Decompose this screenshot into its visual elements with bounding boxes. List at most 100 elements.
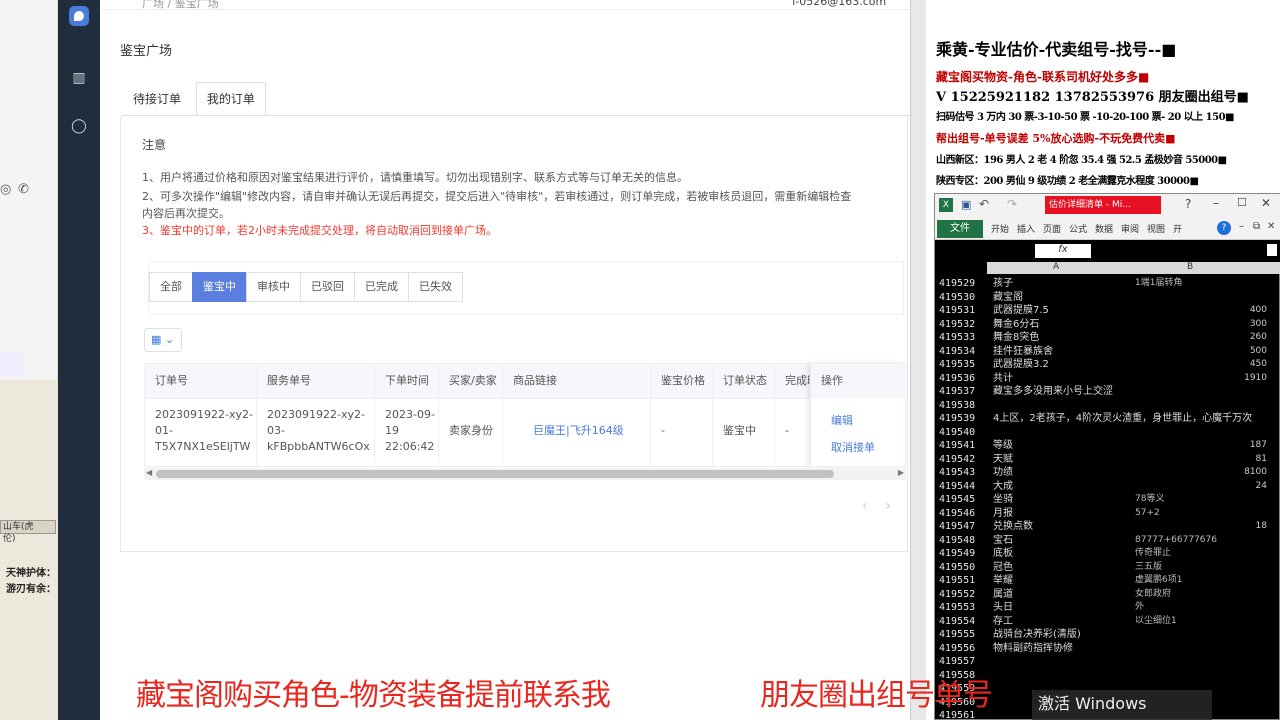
cell-a[interactable]: 共计 <box>993 373 1013 384</box>
row-number[interactable]: 419542 <box>939 454 975 465</box>
row-number[interactable]: 419555 <box>939 629 975 640</box>
cell-a[interactable]: 战骑台决养彩(清版) <box>993 629 1081 640</box>
cell-b[interactable]: 虚翼鹏6项1 <box>1135 575 1182 586</box>
row-number[interactable]: 419530 <box>939 292 975 303</box>
row-number[interactable]: 419536 <box>939 373 975 384</box>
filter-all-button[interactable]: 全部 <box>149 272 193 302</box>
cell-a[interactable]: 底板 <box>993 548 1013 559</box>
cell-a[interactable]: 天赋 <box>993 454 1013 465</box>
next-page-icon[interactable]: › <box>885 498 891 514</box>
cell-b[interactable]: 三五版 <box>1135 562 1162 573</box>
cell-a[interactable]: 宝石 <box>993 535 1013 546</box>
maximize-icon[interactable]: ☐ <box>1237 196 1247 209</box>
formula-expand[interactable] <box>1267 244 1277 256</box>
ribbon-tab[interactable]: 视图 <box>1147 222 1165 235</box>
minimize-icon[interactable]: – <box>1213 196 1219 210</box>
cell-a[interactable]: 兑换点数 <box>993 521 1033 532</box>
cell-b-value[interactable]: 8100 <box>1244 467 1267 478</box>
row-number[interactable]: 419544 <box>939 481 975 492</box>
cell-a[interactable]: 头日 <box>993 602 1013 613</box>
cell-b[interactable]: 1端1届转角 <box>1135 278 1182 289</box>
ribbon-tab[interactable]: 公式 <box>1069 222 1087 235</box>
cell-b[interactable]: 87777+66777676 <box>1135 535 1217 546</box>
scroll-thumb[interactable] <box>156 470 834 478</box>
app-logo-icon[interactable] <box>69 6 89 26</box>
row-number[interactable]: 419532 <box>939 319 975 330</box>
help-circle-icon[interactable]: ? <box>1217 221 1231 235</box>
close-icon[interactable]: ✕ <box>1261 196 1271 210</box>
cell-a[interactable]: 坐骑 <box>993 494 1013 505</box>
cell-b-value[interactable]: 450 <box>1250 359 1267 370</box>
cell-a[interactable]: 大成 <box>993 481 1013 492</box>
row-number[interactable]: 419543 <box>939 467 975 478</box>
filter-expired-button[interactable]: 已失效 <box>408 272 463 302</box>
cancel-order-link[interactable]: 取消接单 <box>831 439 875 455</box>
cell-a[interactable]: 藏宝多多没用来小号上交涩 <box>993 386 1113 397</box>
save-icon[interactable]: ▣ <box>961 198 971 211</box>
game-tab[interactable]: 山车(虎伦) <box>0 520 56 544</box>
ribbon-tab[interactable]: 审阅 <box>1121 222 1139 235</box>
prev-page-icon[interactable]: ‹ <box>862 498 868 514</box>
column-a-header[interactable]: A <box>1053 262 1059 272</box>
product-link[interactable]: 巨魔王|飞升164级 <box>503 398 651 466</box>
cell-b-value[interactable]: 500 <box>1250 346 1267 357</box>
cell-a[interactable]: 月报 <box>993 508 1013 519</box>
cell-b[interactable]: 传奇罪止 <box>1135 548 1171 559</box>
row-number[interactable]: 419534 <box>939 346 975 357</box>
help-icon[interactable]: ? <box>1185 197 1191 211</box>
excel-file-tab[interactable]: 文件 <box>937 220 983 238</box>
ribbon-tab[interactable]: 插入 <box>1017 222 1035 235</box>
column-settings-button[interactable]: ▦ ⌄ <box>144 328 182 352</box>
cell-a[interactable]: 冠色 <box>993 562 1013 573</box>
cell-b-value[interactable]: 400 <box>1250 305 1267 316</box>
cell-b[interactable]: 女郎政府 <box>1135 589 1171 600</box>
redo-icon[interactable]: ↷ <box>1007 197 1017 211</box>
user-icon[interactable]: ◯ <box>70 118 88 136</box>
column-b-header[interactable]: B <box>1187 262 1193 272</box>
cell-b-value[interactable]: 1910 <box>1244 373 1267 384</box>
cell-a[interactable]: 挂件狂暴族舍 <box>993 346 1053 357</box>
filter-completed-button[interactable]: 已完成 <box>354 272 409 302</box>
cell-a[interactable]: 舞金6分石 <box>993 319 1039 330</box>
row-number[interactable]: 419557 <box>939 656 975 667</box>
tab-my-orders[interactable]: 我的订单 <box>195 82 266 116</box>
cell-b-value[interactable]: 300 <box>1250 319 1267 330</box>
cell-a[interactable]: 4上区，2老孩子，4阶次灵火渣重，身世罪止，心魔千万次 <box>993 413 1252 424</box>
tab-pending-orders[interactable]: 待接订单 <box>122 82 192 116</box>
cell-b[interactable]: 外 <box>1135 602 1144 613</box>
row-number[interactable]: 419554 <box>939 616 975 627</box>
filter-rejected-button[interactable]: 已驳回 <box>300 272 355 302</box>
edit-link[interactable]: 编辑 <box>831 412 853 428</box>
row-number[interactable]: 419552 <box>939 589 975 600</box>
filter-appraising-button[interactable]: 鉴宝中 <box>192 272 247 302</box>
cell-b[interactable]: 以尘细位1 <box>1135 616 1177 627</box>
cell-a[interactable]: 舞金8突色 <box>993 332 1039 343</box>
cell-b-value[interactable]: 81 <box>1256 454 1267 465</box>
cell-a[interactable]: 等级 <box>993 440 1013 451</box>
filter-reviewing-button[interactable]: 审核中 <box>246 272 301 302</box>
cell-a[interactable]: 属道 <box>993 589 1013 600</box>
cell-b-value[interactable]: 260 <box>1250 332 1267 343</box>
cell-b-value[interactable]: 187 <box>1250 440 1267 451</box>
cell-a[interactable]: 藏宝阁 <box>993 292 1023 303</box>
row-number[interactable]: 419551 <box>939 575 975 586</box>
ribbon-tab[interactable]: 页面 <box>1043 222 1061 235</box>
row-number[interactable]: 419550 <box>939 562 975 573</box>
row-number[interactable]: 419531 <box>939 305 975 316</box>
window-vertical-scrollbar[interactable] <box>910 0 926 720</box>
user-email[interactable]: f-0526@163.com <box>792 0 886 8</box>
ribbon-close-icon[interactable]: ✕ <box>1267 221 1275 232</box>
row-number[interactable]: 419545 <box>939 494 975 505</box>
cell-a[interactable]: 物料副药指挥协修 <box>993 643 1073 654</box>
row-number[interactable]: 419546 <box>939 508 975 519</box>
ribbon-restore-icon[interactable]: ⧉ <box>1253 221 1260 232</box>
row-number[interactable]: 419553 <box>939 602 975 613</box>
cell-b[interactable]: 57+2 <box>1135 508 1160 519</box>
row-number[interactable]: 419548 <box>939 535 975 546</box>
row-number[interactable]: 419556 <box>939 643 975 654</box>
cell-b-value[interactable]: 18 <box>1256 521 1267 532</box>
breadcrumb[interactable]: 广场 / 鉴宝广场 <box>142 0 219 11</box>
scroll-right-icon[interactable]: ▶ <box>898 468 904 477</box>
building-icon[interactable]: ▥ <box>70 70 88 88</box>
row-number[interactable]: 419529 <box>939 278 975 289</box>
